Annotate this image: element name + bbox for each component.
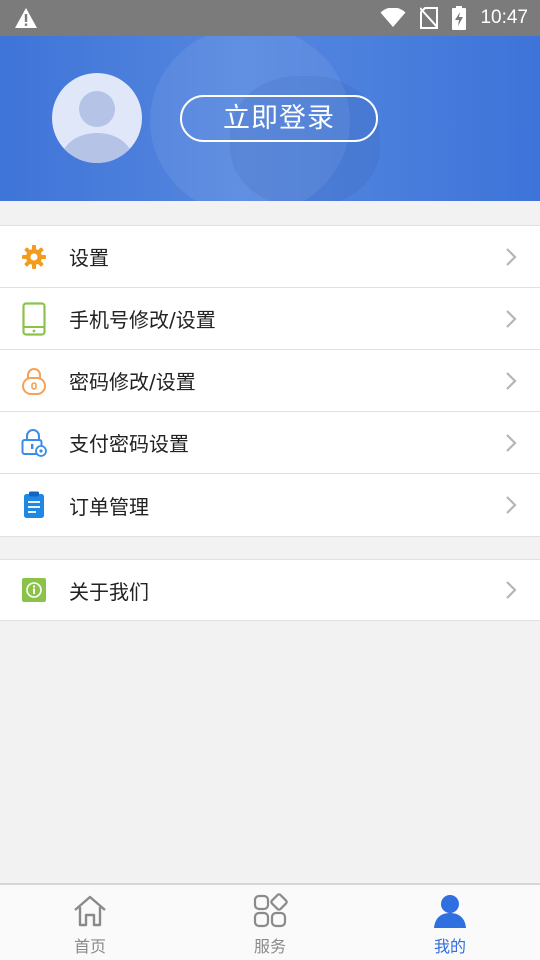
home-icon	[71, 893, 109, 929]
menu-item-about[interactable]: 关于我们	[0, 560, 540, 620]
bottom-navigation: 首页 服务 我的	[0, 883, 540, 960]
info-icon	[21, 573, 47, 607]
menu-item-pay-password[interactable]: 支付密码设置	[0, 412, 540, 474]
menu-item-orders[interactable]: 订单管理	[0, 474, 540, 536]
avatar-head	[79, 91, 115, 127]
menu-group-about: 关于我们	[0, 559, 540, 621]
battery-charging-icon	[452, 6, 467, 30]
menu-item-label: 支付密码设置	[69, 432, 189, 456]
menu-item-label: 关于我们	[69, 579, 149, 604]
menu-item-settings[interactable]: 设置	[0, 226, 540, 288]
grid-icon	[251, 893, 289, 929]
chevron-right-icon	[504, 580, 518, 600]
profile-header: 立即登录	[0, 36, 540, 201]
user-icon	[431, 893, 469, 929]
nav-home[interactable]: 首页	[0, 885, 180, 960]
chevron-right-icon	[504, 247, 518, 267]
avatar[interactable]	[52, 73, 142, 163]
clipboard-icon	[21, 488, 47, 522]
menu-item-label: 手机号修改/设置	[69, 308, 216, 332]
nav-mine[interactable]: 我的	[360, 885, 540, 960]
menu-item-password[interactable]: 密码修改/设置	[0, 350, 540, 412]
no-sim-icon	[420, 7, 439, 29]
menu-item-phone[interactable]: 手机号修改/设置	[0, 288, 540, 350]
lock-icon	[21, 364, 47, 398]
nav-label: 我的	[433, 937, 466, 956]
chevron-right-icon	[504, 371, 518, 391]
menu-group-account: 设置 手机号修改/设置 密码修改/设置 支付密码设置 订单管理	[0, 225, 540, 537]
pay-lock-icon	[21, 426, 47, 460]
menu-item-label: 密码修改/设置	[69, 370, 196, 394]
chevron-right-icon	[504, 495, 518, 515]
gear-icon	[21, 240, 47, 274]
nav-services[interactable]: 服务	[180, 885, 360, 960]
menu-item-label: 订单管理	[69, 494, 149, 519]
status-time: 10:47	[480, 7, 528, 28]
nav-label: 首页	[73, 937, 106, 956]
chevron-right-icon	[504, 309, 518, 329]
status-bar: 10:47	[0, 0, 540, 36]
warning-icon	[14, 7, 38, 29]
chevron-right-icon	[504, 433, 518, 453]
avatar-body	[62, 133, 132, 163]
wifi-icon	[380, 8, 406, 28]
login-button[interactable]: 立即登录	[180, 95, 378, 142]
menu-item-label: 设置	[69, 246, 109, 270]
nav-label: 服务	[253, 937, 286, 956]
phone-icon	[21, 301, 47, 336]
